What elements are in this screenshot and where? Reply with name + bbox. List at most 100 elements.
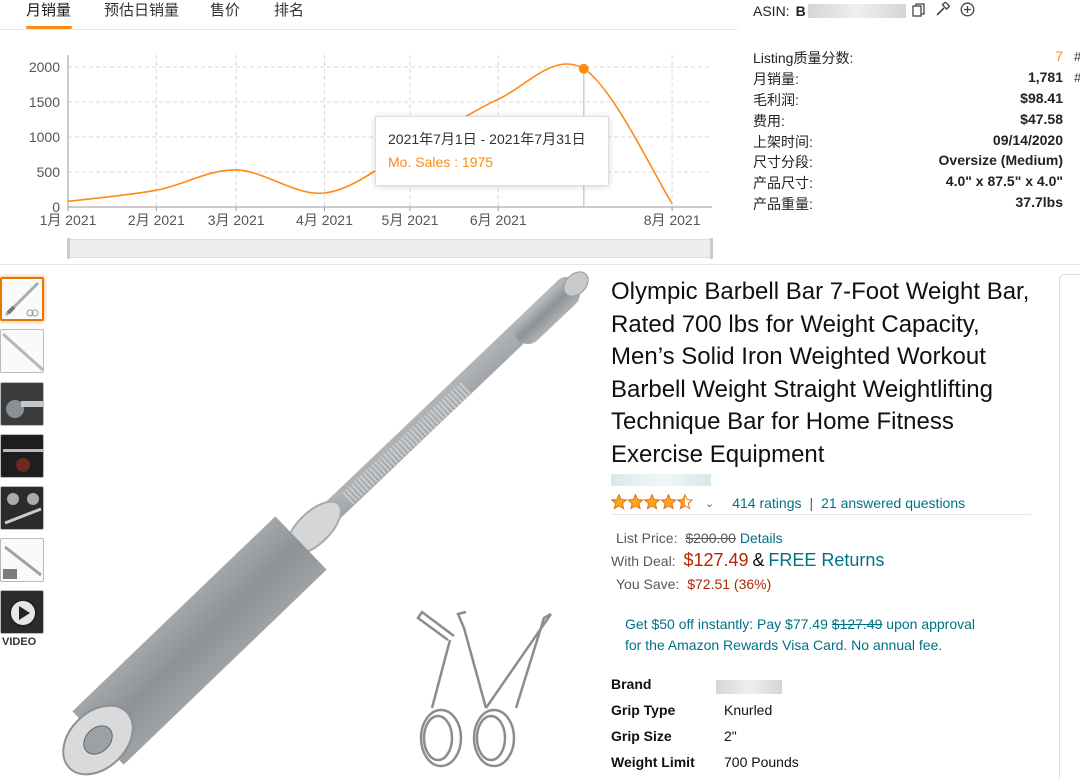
tab-rank[interactable]: 排名: [274, 1, 304, 31]
divider: [611, 514, 1031, 515]
spec-key: Grip Size: [611, 728, 672, 744]
info-value: 4.0" x 87.5" x 4.0": [945, 173, 1063, 189]
rating-row: ⌄ 414 ratings | 21 answered questions: [610, 493, 1031, 514]
tab-estimated-daily-sales[interactable]: 预估日销量: [104, 1, 179, 31]
spec-value: 2": [724, 728, 737, 744]
info-key: 费用:: [753, 113, 785, 129]
star: [610, 493, 628, 510]
spec-row-grip-type: Grip Type Knurled: [611, 702, 1031, 722]
x-tick-label: 3月 2021: [208, 212, 265, 228]
tab-price[interactable]: 售价: [210, 1, 240, 31]
thumbnail-lifting-1[interactable]: [0, 434, 44, 478]
info-key: 产品重量:: [753, 196, 813, 212]
promo-strike-price: $127.49: [831, 616, 883, 632]
highlight-point: [578, 63, 589, 74]
free-returns-link[interactable]: FREE Returns: [768, 550, 884, 570]
info-row-dimensions: 产品尺寸: 4.0" x 87.5" x 4.0": [753, 173, 1063, 193]
spec-row-brand: Brand: [611, 676, 1031, 696]
x-tick-label: 4月 2021: [296, 212, 353, 228]
info-key: 毛利润:: [753, 92, 799, 108]
tooltip-date-range: 2021年7月1日 - 2021年7月31日: [388, 131, 586, 147]
info-value: Oversize (Medium): [938, 152, 1063, 168]
spec-value-redacted: [716, 680, 782, 694]
slider-left-handle[interactable]: [67, 238, 70, 259]
answered-questions-link[interactable]: 21 answered questions: [821, 495, 965, 511]
x-tick-label: 2月 2021: [128, 212, 185, 228]
promo-line-2: for the Amazon Rewards Visa Card. No ann…: [625, 637, 943, 653]
separator: |: [809, 495, 814, 511]
y-tick-label: 1000: [29, 129, 60, 145]
sales-plugin-panel: 月销量 预估日销量 售价 排名 0 500 1000 1500 2000 1月 2021 2…: [0, 0, 1080, 265]
thumbnail-bar-side[interactable]: [0, 329, 44, 373]
star: [643, 493, 661, 510]
thumbnail-dimensions[interactable]: [0, 538, 44, 582]
info-value: 7: [1055, 48, 1063, 64]
sales-line-chart: 05001000150020001月 2021 2月 2021 3月 2021 4月 …: [29, 55, 712, 228]
spring-collars: [416, 610, 553, 768]
plus-circle-icon[interactable]: [960, 2, 975, 20]
y-tick-label: 2000: [29, 59, 60, 75]
star-rating[interactable]: [610, 493, 695, 514]
info-row-weight: 产品重量: 37.7lbs: [753, 194, 1063, 214]
promo-text-b: upon approval: [882, 616, 976, 632]
promo-text-a: Get $50 off instantly: Pay $77.49: [625, 616, 832, 632]
you-save-row: You Save: $72.51 (36%): [616, 576, 771, 592]
spec-key: Brand: [611, 676, 652, 692]
copy-icon[interactable]: [912, 2, 925, 20]
ratings-link[interactable]: 414 ratings: [732, 495, 801, 511]
info-value: $47.58: [1020, 111, 1063, 127]
info-key: 上架时间:: [753, 134, 813, 150]
edge-hash-mark: #: [1074, 49, 1080, 64]
chevron-down-icon[interactable]: ⌄: [705, 497, 714, 510]
asin-row: ASIN: B: [753, 1, 975, 20]
deal-label: With Deal:: [611, 553, 676, 569]
brand-link-redacted[interactable]: [611, 474, 711, 486]
list-price-row: List Price: $200.00 Details: [616, 530, 783, 546]
slider-right-handle[interactable]: [710, 238, 713, 259]
thumbnail-video[interactable]: [0, 590, 44, 634]
info-value: 1,781: [1027, 69, 1063, 85]
info-value: 37.7lbs: [1015, 194, 1063, 210]
deal-price: $127.49: [683, 550, 749, 570]
chart-range-slider[interactable]: [67, 238, 713, 259]
asin-label: ASIN:: [753, 3, 790, 19]
asin-redacted: [807, 4, 906, 18]
x-tick-label: 6月 2021: [470, 212, 527, 228]
info-value: 09/14/2020: [992, 132, 1063, 148]
list-price-label: List Price:: [616, 530, 678, 546]
details-link[interactable]: Details: [740, 530, 783, 546]
x-tick-label: 8月 2021: [644, 212, 701, 228]
star: [627, 493, 644, 510]
asin-prefix: B: [795, 3, 806, 19]
list-price-value: $200.00: [685, 530, 736, 546]
spec-row-weight-limit: Weight Limit 700 Pounds: [611, 754, 1031, 774]
x-tick-label: 1月 2021: [40, 212, 97, 228]
info-row-gross-profit: 毛利润: $98.41: [753, 90, 1063, 110]
y-tick-label: 500: [37, 164, 61, 180]
info-key: 月销量:: [753, 71, 799, 87]
x-tick-label: 5月 2021: [382, 212, 439, 228]
thumbnail-collars[interactable]: [0, 486, 44, 530]
info-row-listing-score: Listing质量分数: 7: [753, 48, 1063, 68]
star: [660, 493, 677, 510]
you-save-value: $72.51 (36%): [687, 576, 772, 592]
thumbnail-barbell[interactable]: [0, 277, 44, 321]
thumbnail-detail-1[interactable]: [0, 382, 44, 426]
info-key: Listing质量分数:: [753, 50, 854, 66]
info-key: 产品尺寸:: [753, 175, 813, 191]
edge-hash-mark: #: [1074, 70, 1080, 85]
tooltip-sales-value: Mo. Sales : 1975: [388, 154, 494, 170]
spec-row-grip-size: Grip Size 2": [611, 728, 1031, 748]
hammer-icon[interactable]: [935, 1, 951, 20]
active-tab-indicator: [26, 26, 72, 29]
info-row-launch-date: 上架时间: 09/14/2020: [753, 132, 1063, 152]
info-key: 尺寸分段:: [753, 154, 813, 170]
ampersand: &: [752, 550, 765, 570]
rewards-card-promo[interactable]: Get $50 off instantly: Pay $77.49 $127.4…: [625, 614, 1025, 656]
main-product-image[interactable]: [46, 268, 606, 779]
product-title: Olympic Barbell Bar 7-Foot Weight Bar, R…: [611, 278, 1030, 468]
chart-tooltip: 2021年7月1日 - 2021年7月31日 Mo. Sales : 1975: [375, 116, 609, 186]
buy-box-panel: [1059, 274, 1080, 779]
video-label: VIDEO: [2, 636, 37, 648]
deal-price-row: With Deal: $127.49 & FREE Returns: [611, 550, 884, 571]
